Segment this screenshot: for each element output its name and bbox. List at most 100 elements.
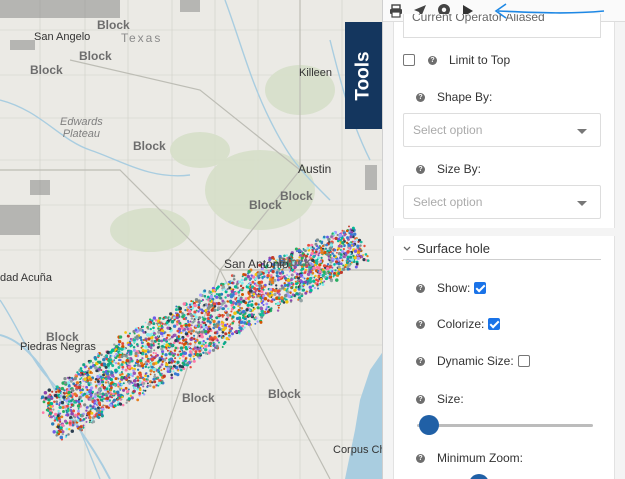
well-marker[interactable] — [143, 363, 146, 366]
well-marker[interactable] — [121, 365, 125, 369]
well-marker[interactable] — [203, 303, 206, 307]
well-marker[interactable] — [157, 323, 160, 327]
well-marker[interactable] — [335, 278, 339, 282]
well-marker[interactable] — [357, 240, 360, 243]
well-marker[interactable] — [82, 363, 86, 367]
well-marker[interactable] — [328, 276, 331, 280]
map-view[interactable]: Block Block Block Block Block Block Bloc… — [0, 0, 384, 479]
well-marker[interactable] — [336, 251, 338, 254]
well-marker[interactable] — [323, 266, 327, 269]
well-marker[interactable] — [330, 279, 333, 283]
well-marker[interactable] — [187, 319, 189, 322]
well-marker[interactable] — [304, 249, 307, 253]
well-marker[interactable] — [304, 268, 308, 271]
well-marker[interactable] — [136, 368, 140, 371]
well-marker[interactable] — [67, 433, 70, 436]
well-marker[interactable] — [251, 300, 254, 303]
well-marker[interactable] — [55, 403, 58, 405]
well-marker[interactable] — [42, 400, 46, 404]
well-marker[interactable] — [86, 411, 91, 415]
well-marker[interactable] — [298, 292, 301, 295]
well-marker[interactable] — [339, 248, 342, 251]
well-marker[interactable] — [202, 347, 205, 350]
well-marker[interactable] — [160, 347, 164, 351]
well-marker[interactable] — [314, 254, 317, 257]
well-marker[interactable] — [142, 385, 145, 388]
well-marker[interactable] — [336, 233, 339, 237]
well-marker[interactable] — [269, 274, 273, 277]
well-marker[interactable] — [57, 423, 60, 426]
well-marker[interactable] — [325, 243, 329, 247]
well-marker[interactable] — [290, 301, 292, 303]
well-marker[interactable] — [130, 396, 134, 400]
well-marker[interactable] — [114, 368, 118, 372]
well-marker[interactable] — [194, 350, 198, 354]
well-marker[interactable] — [348, 247, 351, 250]
well-marker[interactable] — [184, 323, 188, 327]
well-marker[interactable] — [190, 300, 193, 303]
well-marker[interactable] — [231, 315, 235, 319]
well-marker[interactable] — [218, 296, 221, 299]
well-marker[interactable] — [104, 365, 108, 369]
well-marker[interactable] — [291, 268, 294, 272]
well-marker[interactable] — [197, 303, 201, 307]
well-marker[interactable] — [256, 306, 260, 310]
well-marker[interactable] — [149, 327, 152, 331]
well-marker[interactable] — [301, 276, 304, 279]
well-marker[interactable] — [314, 259, 318, 263]
well-marker[interactable] — [142, 377, 146, 381]
well-marker[interactable] — [80, 369, 83, 373]
well-marker[interactable] — [177, 369, 180, 372]
well-marker[interactable] — [236, 297, 240, 300]
well-marker[interactable] — [221, 315, 224, 318]
well-marker[interactable] — [135, 335, 139, 339]
well-marker[interactable] — [277, 306, 280, 309]
well-marker[interactable] — [181, 354, 185, 358]
well-marker[interactable] — [63, 392, 66, 395]
well-marker[interactable] — [254, 273, 258, 276]
well-marker[interactable] — [266, 274, 270, 278]
well-marker[interactable] — [139, 358, 143, 363]
well-marker[interactable] — [210, 308, 214, 312]
well-marker[interactable] — [285, 300, 289, 304]
well-marker[interactable] — [314, 250, 318, 254]
well-marker[interactable] — [184, 357, 187, 360]
well-marker[interactable] — [157, 327, 160, 330]
help-icon[interactable]: ? — [416, 394, 425, 404]
well-marker[interactable] — [88, 390, 92, 394]
well-marker[interactable] — [238, 280, 242, 284]
well-marker[interactable] — [88, 415, 92, 420]
well-marker[interactable] — [250, 274, 253, 277]
well-marker[interactable] — [314, 242, 318, 246]
well-marker[interactable] — [315, 265, 320, 270]
well-marker[interactable] — [363, 244, 366, 248]
well-marker[interactable] — [147, 322, 151, 326]
show-checkbox[interactable] — [474, 282, 487, 294]
well-marker[interactable] — [98, 360, 102, 364]
well-marker[interactable] — [247, 283, 250, 287]
well-marker[interactable] — [120, 375, 124, 379]
well-marker[interactable] — [149, 373, 152, 376]
well-marker[interactable] — [165, 336, 169, 339]
well-marker[interactable] — [181, 342, 184, 345]
well-marker[interactable] — [67, 390, 71, 395]
well-marker[interactable] — [248, 294, 252, 298]
well-marker[interactable] — [69, 379, 73, 383]
well-marker[interactable] — [276, 309, 280, 312]
well-marker[interactable] — [157, 334, 160, 337]
well-marker[interactable] — [102, 370, 105, 374]
well-marker[interactable] — [92, 420, 96, 424]
well-marker[interactable] — [106, 390, 110, 393]
well-marker[interactable] — [209, 295, 213, 299]
well-marker[interactable] — [117, 400, 120, 404]
well-marker[interactable] — [160, 363, 164, 366]
shape-by-select[interactable]: Select option — [403, 113, 601, 147]
well-marker[interactable] — [185, 331, 187, 334]
well-marker[interactable] — [70, 410, 73, 413]
well-marker[interactable] — [82, 385, 85, 388]
well-marker[interactable] — [286, 283, 290, 287]
well-marker[interactable] — [190, 317, 194, 320]
well-marker[interactable] — [105, 394, 108, 397]
well-marker[interactable] — [141, 325, 145, 329]
well-marker[interactable] — [337, 262, 341, 266]
